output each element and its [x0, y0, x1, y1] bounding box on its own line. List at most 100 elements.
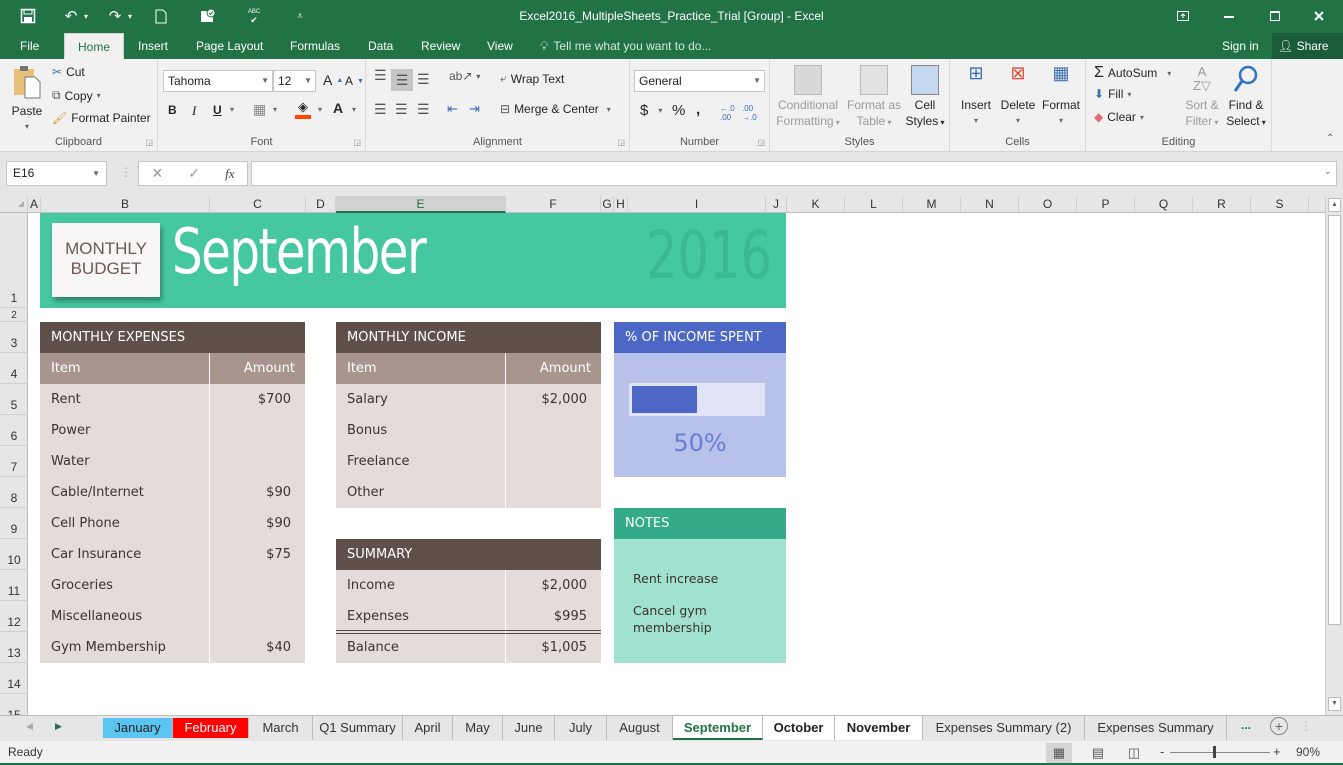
sheet-tab-march[interactable]: March — [249, 716, 313, 740]
expenses-item[interactable]: Power — [51, 415, 90, 446]
select-all-corner[interactable]: ◢ — [0, 196, 28, 213]
expenses-item[interactable]: Cable/Internet — [51, 477, 144, 508]
column-header[interactable]: H — [614, 196, 628, 213]
spelling-icon[interactable]: ABC ✔ — [243, 6, 265, 26]
undo-icon[interactable]: ↶ — [60, 6, 82, 26]
align-top-icon[interactable]: ☰ — [374, 67, 387, 84]
column-header[interactable]: M — [903, 196, 961, 213]
redo-dropdown-icon[interactable]: ▾ — [124, 6, 136, 26]
expenses-item[interactable]: Groceries — [51, 570, 113, 601]
new-sheet-icon[interactable]: + — [1270, 717, 1288, 735]
expenses-item[interactable]: Cell Phone — [51, 508, 120, 539]
summary-amount[interactable]: $995 — [554, 601, 587, 632]
formula-input[interactable] — [251, 161, 1337, 186]
scroll-tabs-left-icon[interactable]: ◀ — [26, 721, 33, 732]
autosum-button[interactable]: Σ AutoSum ▾ — [1094, 64, 1171, 82]
tab-insert[interactable]: Insert — [132, 33, 174, 59]
align-bottom-icon[interactable]: ☰ — [417, 71, 430, 88]
summary-item[interactable]: Income — [347, 570, 395, 601]
row-header[interactable]: 12 — [0, 601, 28, 632]
collapse-ribbon-icon[interactable]: ⌃ — [1326, 133, 1334, 144]
more-sheets-button[interactable]: ... — [1241, 718, 1251, 732]
cut-button[interactable]: ✂ Cut — [52, 65, 85, 79]
sheet-tab-july[interactable]: July — [555, 716, 607, 740]
column-header[interactable]: R — [1193, 196, 1251, 213]
column-header[interactable]: A — [28, 196, 41, 213]
wrap-text-button[interactable]: ⤶ Wrap Text — [500, 71, 564, 86]
paste-button[interactable]: Paste ▾ — [8, 65, 46, 135]
sheet-tab-june[interactable]: June — [503, 716, 555, 740]
underline-button[interactable]: U — [213, 103, 222, 117]
vertical-scrollbar[interactable]: ▲ ▼ — [1325, 196, 1343, 715]
tab-review[interactable]: Review — [415, 33, 466, 59]
number-format-combo[interactable]: General ▼ — [634, 70, 765, 92]
name-box-dropdown-icon[interactable]: ▼ — [92, 162, 100, 185]
find-select-button[interactable]: Find & Select ▾ — [1224, 65, 1268, 131]
tab-formulas[interactable]: Formulas — [284, 33, 346, 59]
borders-dropdown-icon[interactable]: ▾ — [273, 105, 277, 114]
column-header[interactable]: J — [766, 196, 787, 213]
increase-decimal-icon[interactable]: ←.0.00 — [720, 104, 735, 122]
format-as-table-button[interactable]: Format as Table ▾ — [844, 65, 904, 131]
delete-cells-button[interactable]: ⊠ Delete ▾ — [998, 64, 1038, 129]
column-header[interactable]: F — [506, 196, 601, 213]
row-header[interactable]: 10 — [0, 539, 28, 570]
font-name-combo[interactable]: Tahoma ▼ — [163, 70, 273, 92]
page-layout-view-icon[interactable]: ▤ — [1085, 743, 1111, 763]
merge-center-button[interactable]: ⊟ Merge & Center ▾ — [500, 102, 611, 116]
sheet-tab-january[interactable]: January — [103, 718, 173, 738]
clipboard-launcher-icon[interactable]: ◲ — [145, 138, 153, 147]
percent-button[interactable]: % — [672, 102, 685, 119]
formula-bar-grip-icon[interactable]: ⋮ — [120, 165, 132, 179]
sort-filter-button[interactable]: A Z▽ Sort & Filter ▾ — [1182, 65, 1222, 131]
row-header[interactable]: 5 — [0, 384, 28, 415]
summary-item[interactable]: Expenses — [347, 601, 409, 632]
format-cells-button[interactable]: ▦ Format ▾ — [1040, 64, 1082, 129]
comma-button[interactable]: , — [696, 101, 700, 118]
row-header[interactable]: 8 — [0, 477, 28, 508]
row-header[interactable]: 7 — [0, 446, 28, 477]
zoom-in-button[interactable]: + — [1273, 744, 1281, 759]
expenses-item[interactable]: Rent — [51, 384, 81, 415]
clear-button[interactable]: ◆ Clear ▾ — [1094, 110, 1144, 124]
row-header[interactable]: 3 — [0, 322, 28, 353]
summary-item[interactable]: Balance — [347, 632, 399, 663]
fill-color-dropdown-icon[interactable]: ▾ — [318, 105, 322, 114]
column-header[interactable]: I — [628, 196, 766, 213]
format-painter-button[interactable]: 🖌︎ Format Painter — [52, 111, 151, 125]
sheet-tab-february[interactable]: February — [173, 718, 249, 738]
row-header[interactable]: 11 — [0, 570, 28, 601]
expenses-amount[interactable]: $700 — [258, 384, 291, 415]
sheet-tab-q1-summary[interactable]: Q1 Summary — [313, 716, 403, 740]
tab-file[interactable]: File — [14, 33, 45, 59]
decrease-decimal-icon[interactable]: .00 →.0 — [742, 104, 757, 122]
zoom-slider-thumb[interactable] — [1213, 746, 1216, 758]
column-header[interactable]: B — [41, 196, 210, 213]
tab-view[interactable]: View — [481, 33, 519, 59]
expenses-amount[interactable]: $75 — [266, 539, 291, 570]
increase-font-size-icon[interactable]: A ▲ — [323, 72, 343, 88]
save-icon[interactable] — [17, 6, 39, 26]
copy-button[interactable]: ⧉ Copy ▾ — [52, 88, 101, 103]
ribbon-display-options-icon[interactable] — [1168, 4, 1198, 28]
minimize-icon[interactable] — [1214, 4, 1244, 28]
row-header[interactable]: 4 — [0, 353, 28, 384]
summary-amount[interactable]: $2,000 — [542, 570, 588, 601]
worksheet-grid[interactable]: MONTHLY BUDGET September 2016 MONTHLY EX… — [28, 213, 1325, 715]
orientation-icon[interactable]: ab↗ ▾ — [449, 69, 480, 83]
income-item[interactable]: Freelance — [347, 446, 410, 477]
column-header[interactable]: S — [1251, 196, 1309, 213]
expenses-item[interactable]: Car Insurance — [51, 539, 141, 570]
number-launcher-icon[interactable]: ◲ — [757, 138, 765, 147]
scroll-down-icon[interactable]: ▼ — [1328, 697, 1341, 711]
income-amount[interactable]: $2,000 — [542, 384, 588, 415]
tab-split-handle[interactable]: ⋮ — [1300, 719, 1312, 733]
decrease-indent-icon[interactable]: ⇤ — [447, 101, 458, 117]
row-header[interactable]: 6 — [0, 415, 28, 446]
insert-function-icon[interactable]: fx — [225, 166, 234, 182]
font-size-combo[interactable]: 12 ▼ — [273, 70, 316, 92]
cell-styles-button[interactable]: Cell Styles ▾ — [904, 65, 946, 131]
expenses-item[interactable]: Water — [51, 446, 89, 477]
sheet-tab-september[interactable]: September — [673, 716, 763, 740]
income-item[interactable]: Salary — [347, 384, 388, 415]
